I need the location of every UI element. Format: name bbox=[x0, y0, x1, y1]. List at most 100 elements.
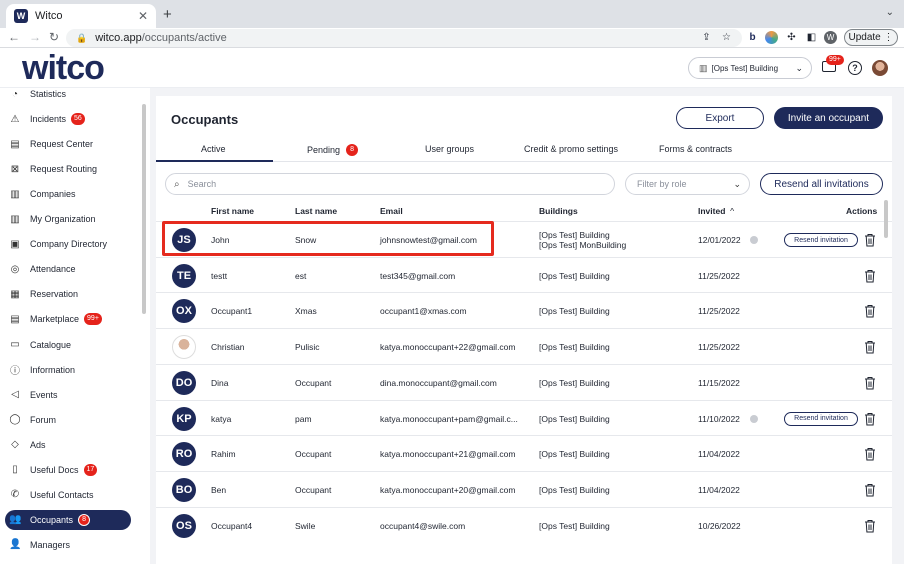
table-row[interactable]: Christian Pulisic katya.monoccupant+22@gma… bbox=[156, 328, 892, 364]
resend-invitation-button[interactable]: Resend invitation bbox=[784, 411, 858, 426]
url-path: /occupants/active bbox=[141, 32, 227, 44]
building-icon: ▥ bbox=[699, 62, 708, 73]
tab-label: Pending bbox=[307, 145, 341, 155]
trash-icon[interactable] bbox=[864, 376, 876, 390]
role-filter-select[interactable]: Filter by role ⌄ bbox=[625, 173, 750, 195]
table-row[interactable]: BO Ben Occupant katya.monoccupant+20@gmail.… bbox=[156, 470, 892, 507]
browser-profile-avatar[interactable]: W bbox=[824, 31, 837, 44]
sidebar-item-forum[interactable]: ◯ Forum bbox=[5, 410, 131, 430]
info-icon[interactable] bbox=[750, 236, 758, 244]
tab-user-groups[interactable]: User groups bbox=[425, 144, 474, 154]
tab-search-chevron-icon[interactable]: ⌄ bbox=[886, 7, 894, 18]
sidebar-item-useful-contacts[interactable]: ✆ Useful Contacts bbox=[5, 485, 131, 505]
sidebar-item-attendance[interactable]: ◎ Attendance bbox=[5, 259, 131, 279]
bookmark-star-icon[interactable]: ☆ bbox=[720, 31, 733, 44]
sidebar-scrollbar[interactable] bbox=[142, 104, 146, 314]
column-header-email[interactable]: Email bbox=[380, 206, 403, 216]
avatar: BO bbox=[172, 477, 196, 502]
sidebar-badge: 17 bbox=[83, 463, 98, 476]
back-icon[interactable]: ← bbox=[8, 30, 20, 44]
export-button[interactable]: Export bbox=[676, 107, 764, 129]
mail-badge: 99+ bbox=[826, 55, 844, 65]
megaphone-icon: ◁ bbox=[11, 389, 19, 401]
side-panel-icon[interactable]: ◧ bbox=[805, 31, 818, 44]
sidebar-item-label: Useful Docs bbox=[30, 464, 79, 475]
tab-active[interactable]: Active bbox=[201, 144, 226, 154]
column-header-first-name[interactable]: First name bbox=[211, 206, 254, 216]
sidebar-item-incidents[interactable]: ⚠ Incidents 56 bbox=[5, 109, 131, 129]
trash-icon[interactable] bbox=[864, 519, 876, 533]
sidebar-item-my-organization[interactable]: ▥ My Organization bbox=[5, 209, 131, 229]
invited-date-cell: 11/10/2022 bbox=[698, 413, 740, 424]
trash-icon[interactable] bbox=[864, 340, 876, 354]
sidebar-item-marketplace[interactable]: ▤ Marketplace 99+ bbox=[5, 309, 131, 329]
email-cell: katya.monoccupant+22@gmail.com bbox=[380, 342, 516, 353]
new-tab-button[interactable]: + bbox=[163, 6, 172, 23]
trash-icon[interactable] bbox=[864, 447, 876, 461]
table-row[interactable]: KP katya pam katya.monoccupant+pam@gmail.c.… bbox=[156, 399, 892, 436]
tab-forms-contracts[interactable]: Forms & contracts bbox=[659, 144, 732, 154]
sidebar-item-request-center[interactable]: ▤ Request Center bbox=[5, 134, 131, 154]
browser-tab[interactable]: W Witco ✕ bbox=[6, 4, 156, 28]
browser-toolbar: ← → ↻ 🔒 witco.app/occupants/active ⇪ ☆ b… bbox=[0, 28, 904, 48]
trash-icon[interactable] bbox=[864, 483, 876, 497]
sidebar-item-catalogue[interactable]: ▭ Catalogue bbox=[5, 335, 131, 355]
trash-icon[interactable] bbox=[864, 304, 876, 318]
sidebar-item-managers[interactable]: 👤 Managers bbox=[5, 535, 131, 555]
last-name-cell: Occupant bbox=[295, 377, 332, 388]
avatar: RO bbox=[172, 442, 196, 467]
sidebar-item-information[interactable]: ⓘ Information bbox=[5, 360, 131, 380]
tab-credit-promo-settings[interactable]: Credit & promo settings bbox=[524, 144, 618, 154]
search-input[interactable]: ⌕ Search bbox=[165, 173, 615, 195]
puzzle-extensions-icon[interactable]: ✣ bbox=[785, 31, 798, 44]
sidebar-item-useful-docs[interactable]: ▯ Useful Docs 17 bbox=[5, 460, 131, 480]
trash-icon[interactable] bbox=[864, 412, 876, 426]
column-header-last-name[interactable]: Last name bbox=[295, 206, 337, 216]
sidebar-item-ads[interactable]: ◇ Ads bbox=[5, 435, 131, 455]
user-avatar[interactable] bbox=[872, 60, 888, 76]
witco-logo[interactable]: witco bbox=[22, 50, 105, 86]
table-row[interactable]: RO Rahim Occupant katya.monoccupant+21@gmai… bbox=[156, 435, 892, 471]
tab-title: Witco bbox=[35, 10, 63, 22]
sidebar-item-request-routing[interactable]: ⊠ Request Routing bbox=[5, 159, 131, 179]
share-icon[interactable]: ⇪ bbox=[700, 31, 713, 44]
table-row[interactable]: OX Occupant1 Xmas occupant1@xmas.com [Ops Te… bbox=[156, 292, 892, 328]
color-extension-icon[interactable] bbox=[765, 31, 778, 44]
sidebar-item-label: Request Routing bbox=[30, 164, 98, 175]
sidebar-item-label: Company Directory bbox=[30, 239, 108, 250]
forward-icon[interactable]: → bbox=[29, 30, 41, 44]
table-row[interactable]: DO Dina Occupant dina.monoccupant@gmail.com… bbox=[156, 363, 892, 400]
sidebar-item-reservation[interactable]: ▦ Reservation bbox=[5, 284, 131, 304]
chevron-down-icon: ⌄ bbox=[733, 178, 741, 189]
info-icon[interactable] bbox=[750, 414, 758, 423]
sidebar-item-statistics[interactable]: ◔ Statistics bbox=[5, 84, 131, 104]
email-cell: dina.monoccupant@gmail.com bbox=[380, 377, 497, 388]
address-bar[interactable]: 🔒 witco.app/occupants/active bbox=[66, 29, 742, 47]
table-row[interactable]: TE testt est test345@gmail.com [Ops Test] Bu… bbox=[156, 256, 892, 293]
table-row[interactable]: OS Occupant4 Swile occupant4@swile.com [Ops … bbox=[156, 506, 892, 543]
sidebar-item-companies[interactable]: ▥ Companies bbox=[5, 184, 131, 204]
avatar: DO bbox=[172, 370, 196, 395]
invite-occupant-button[interactable]: Invite an occupant bbox=[774, 107, 883, 129]
help-icon[interactable]: ? bbox=[848, 61, 862, 75]
sidebar-item-events[interactable]: ◁ Events bbox=[5, 385, 131, 405]
table-scrollbar[interactable] bbox=[884, 200, 888, 238]
warning-icon: ⚠ bbox=[10, 113, 20, 125]
resend-invitation-button[interactable]: Resend invitation bbox=[784, 233, 858, 247]
reload-icon[interactable]: ↻ bbox=[49, 30, 59, 44]
column-header-buildings[interactable]: Buildings bbox=[539, 206, 578, 216]
update-button[interactable]: Update ⋮ bbox=[844, 29, 898, 46]
trash-icon[interactable] bbox=[864, 269, 876, 283]
trash-icon[interactable] bbox=[864, 233, 876, 247]
tab-pending[interactable]: Pending 8 bbox=[307, 144, 359, 156]
building-select[interactable]: ▥ [Ops Test] Building ⌄ bbox=[688, 57, 812, 79]
close-tab-icon[interactable]: ✕ bbox=[138, 9, 148, 23]
resend-all-invitations-button[interactable]: Resend all invitations bbox=[760, 173, 883, 195]
sidebar-item-occupants[interactable]: 👥 Occupants 8 bbox=[5, 509, 131, 530]
sidebar-item-company-directory[interactable]: ▣ Company Directory bbox=[5, 234, 131, 254]
column-header-invited[interactable]: Invited ^ bbox=[698, 206, 734, 216]
extension-icon[interactable]: b bbox=[746, 31, 759, 44]
sidebar-item-label: Reservation bbox=[30, 289, 79, 300]
sidebar-item-label: Request Center bbox=[30, 139, 94, 150]
avatar: KP bbox=[172, 406, 196, 431]
